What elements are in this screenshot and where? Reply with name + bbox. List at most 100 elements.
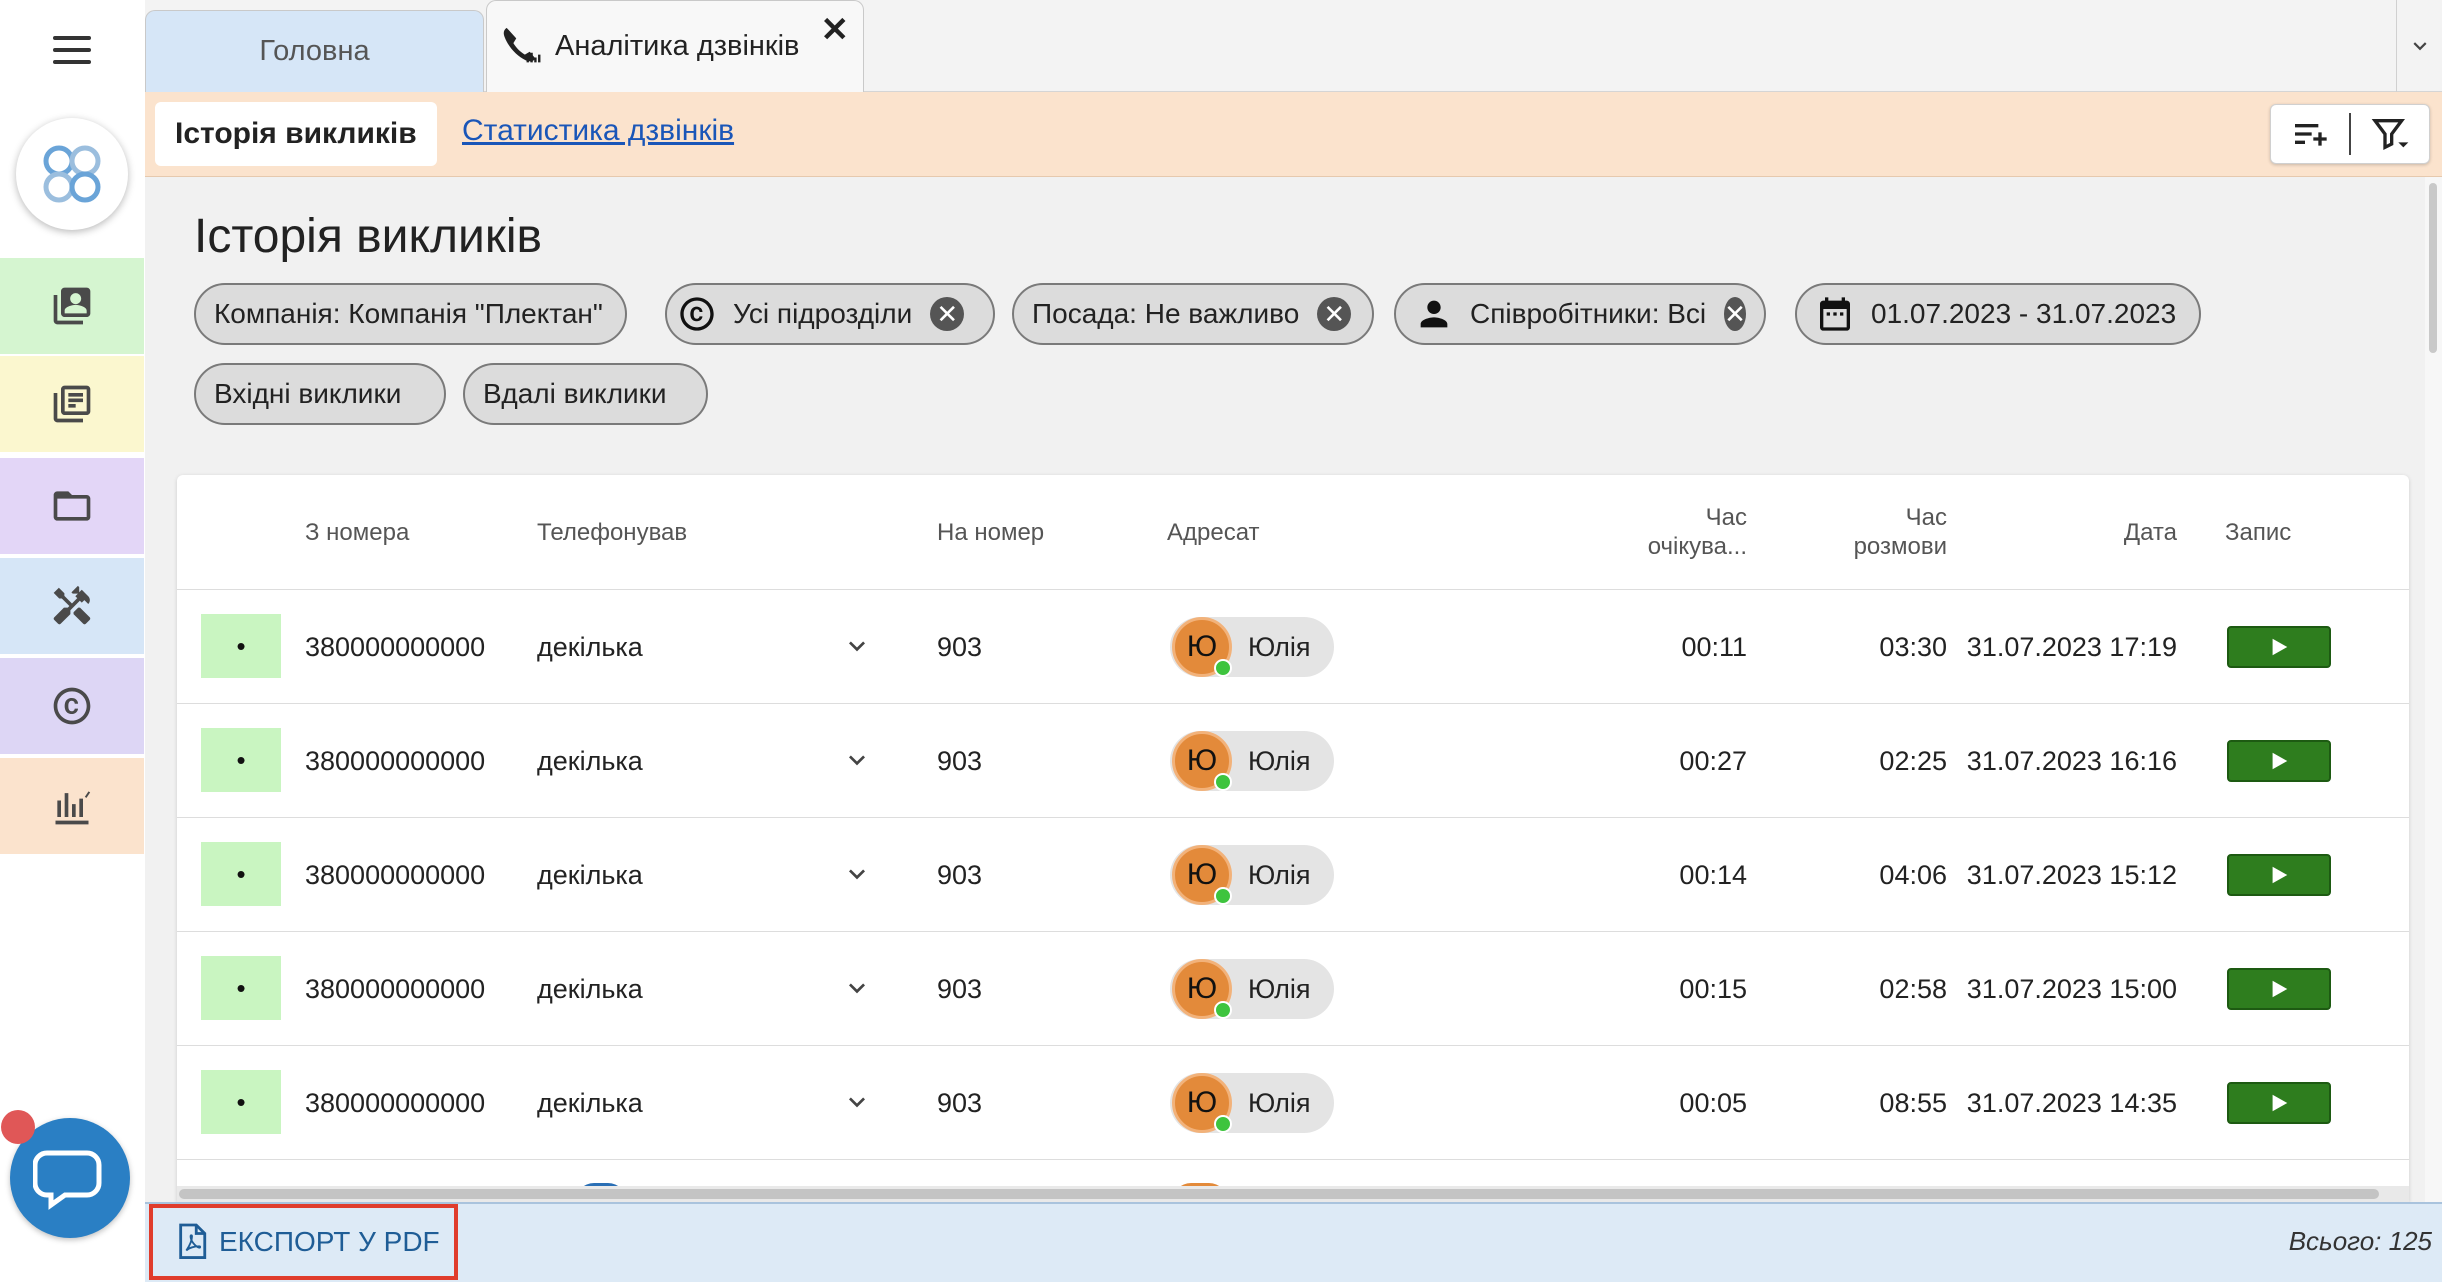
table-row[interactable]: • 380000000000 декілька 903 Ю Юлія 00:27… — [177, 704, 2409, 818]
filter-toolbar — [2270, 104, 2430, 164]
chip-date-range[interactable]: 01.07.2023 - 31.07.2023 — [1795, 283, 2201, 345]
total-count: Всього: 125 — [2288, 1226, 2432, 1256]
play-recording-button[interactable] — [2227, 740, 2331, 782]
chip-departments[interactable]: Усі підрозділи ✕ — [665, 283, 995, 345]
addressee-name: Юлія — [1248, 973, 1311, 1004]
cell-to-number: 903 — [937, 745, 983, 776]
page-title: Історія викликів — [194, 210, 542, 263]
table-row[interactable]: • 380000000000 декілька 903 Ю Юлія 00:05… — [177, 1046, 2409, 1160]
addressee-name: Юлія — [1248, 1087, 1311, 1118]
sidebar-item-tools[interactable] — [0, 558, 144, 654]
chip-successful-calls[interactable]: Вдалі виклики — [463, 363, 708, 425]
cell-to-number: 903 — [937, 631, 983, 662]
filter-menu-button[interactable] — [2349, 113, 2429, 155]
sidebar-item-contacts[interactable] — [0, 258, 144, 354]
chevron-down-icon[interactable] — [841, 630, 873, 662]
addressee-chip[interactable]: Ю Юлія — [1170, 1073, 1334, 1133]
chevron-down-icon[interactable] — [841, 858, 873, 890]
chip-incoming-calls[interactable]: Вхідні виклики — [194, 363, 446, 425]
window-edge — [2442, 0, 2448, 1282]
play-recording-button[interactable] — [2227, 968, 2331, 1010]
addressee-chip[interactable]: Ю Юлія — [1170, 617, 1334, 677]
table-row[interactable]: • 380000000000 декілька 903 Ю Юлія 00:14… — [177, 818, 2409, 932]
tools-icon — [53, 585, 91, 625]
tab-call-analytics[interactable]: Аналітика дзвінків ✕ — [486, 0, 864, 92]
cell-wait-time: 00:27 — [1679, 745, 1747, 776]
header-to-number[interactable]: На номер — [937, 518, 1044, 547]
header-record[interactable]: Запис — [2225, 518, 2291, 547]
online-status-dot — [1214, 659, 1232, 677]
addressee-chip[interactable]: Ю Юлія — [1170, 959, 1334, 1019]
header-caller[interactable]: Телефонував — [537, 518, 687, 547]
sidebar-item-analytics[interactable] — [0, 758, 144, 854]
cell-from-number: 380000000000 — [305, 859, 486, 890]
cell-wait-time: 00:11 — [1681, 631, 1747, 662]
contacts-icon — [53, 287, 91, 325]
sidebar-item-copyright[interactable] — [0, 658, 144, 754]
header-talk-time-line1: Час — [1905, 504, 1947, 531]
chip-departments-clear-icon[interactable]: ✕ — [930, 297, 965, 331]
subtab-call-statistics[interactable]: Статистика дзвінків — [462, 114, 734, 148]
chat-notification-dot — [1, 1110, 35, 1144]
filter-icon — [2371, 119, 2409, 151]
play-recording-button[interactable] — [2227, 1082, 2331, 1124]
app-logo[interactable] — [16, 118, 128, 230]
phone-analytics-icon — [503, 27, 541, 62]
cell-talk-time: 02:25 — [1879, 745, 1947, 776]
person-icon — [1414, 294, 1454, 334]
cell-caller: декілька — [537, 745, 643, 776]
cell-date: 31.07.2023 16:16 — [1966, 745, 2177, 776]
addressee-chip[interactable]: Ю Юлія — [1170, 731, 1334, 791]
play-recording-button[interactable] — [2227, 626, 2331, 668]
export-pdf-button[interactable]: ЕКСПОРТ У PDF — [149, 1204, 458, 1280]
header-talk-time[interactable]: Час розмови — [1807, 503, 1947, 561]
vertical-scrollbar[interactable] — [2425, 177, 2442, 1202]
tab-close-icon[interactable]: ✕ — [821, 13, 850, 47]
header-wait-time[interactable]: Час очікува... — [1607, 503, 1747, 561]
sidebar-item-news[interactable] — [0, 356, 144, 452]
sidebar-item-folders[interactable] — [0, 458, 144, 554]
play-icon — [2272, 866, 2288, 884]
online-status-dot — [1214, 773, 1232, 791]
play-icon — [2272, 980, 2288, 998]
call-status-indicator: • — [201, 728, 281, 792]
addressee-chip[interactable]: Ю Юлія — [1170, 845, 1334, 905]
tab-list-dropdown[interactable] — [2396, 0, 2442, 92]
hamburger-menu-icon[interactable] — [44, 30, 100, 70]
table-row[interactable]: • 380000000000 декілька 903 Ю Юлія 00:11… — [177, 590, 2409, 704]
header-talk-time-line2: розмови — [1853, 533, 1947, 560]
header-addressee[interactable]: Адресат — [1167, 518, 1260, 547]
chip-position[interactable]: Посада: Не важливо ✕ — [1012, 283, 1374, 345]
subtab-call-history[interactable]: Історія викликів — [155, 102, 437, 166]
tab-home[interactable]: Головна — [145, 10, 484, 92]
addressee-name: Юлія — [1248, 745, 1311, 776]
play-recording-button[interactable] — [2227, 854, 2331, 896]
chevron-down-icon[interactable] — [841, 972, 873, 1004]
cell-from-number: 380000000000 — [305, 745, 486, 776]
header-from-number[interactable]: З номера — [305, 518, 409, 547]
chevron-down-icon[interactable] — [841, 1086, 873, 1118]
cell-wait-time: 00:15 — [1679, 973, 1747, 1004]
play-icon — [2272, 638, 2288, 656]
sub-navigation: Історія викликів Статистика дзвінків — [145, 92, 2442, 177]
chevron-down-icon[interactable] — [841, 744, 873, 776]
chip-position-clear-icon[interactable]: ✕ — [1317, 297, 1352, 331]
cell-to-number: 903 — [937, 973, 983, 1004]
copyright-icon — [677, 294, 717, 334]
chip-employees-clear-icon[interactable]: ✕ — [1724, 297, 1746, 331]
add-filter-button[interactable] — [2271, 105, 2349, 163]
chip-departments-label: Усі підрозділи — [733, 298, 913, 329]
horizontal-scrollbar[interactable] — [177, 1186, 2409, 1202]
chip-company-label: Компанія: Компанія "Плектан" — [214, 298, 603, 329]
chip-employees[interactable]: Співробітники: Всі ✕ — [1394, 283, 1766, 345]
table-row[interactable]: • 380000000000 декілька 903 Ю Юлія 00:15… — [177, 932, 2409, 1046]
chip-incoming-calls-label: Вхідні виклики — [214, 378, 402, 409]
cell-talk-time: 02:58 — [1879, 973, 1947, 1004]
cell-from-number: 380000000000 — [305, 973, 486, 1004]
folder-icon — [53, 491, 91, 521]
cell-caller: декілька — [537, 859, 643, 890]
cell-to-number: 903 — [937, 859, 983, 890]
chip-company[interactable]: Компанія: Компанія "Плектан" — [194, 283, 627, 345]
cell-date: 31.07.2023 17:19 — [1966, 631, 2177, 662]
header-date[interactable]: Дата — [2057, 518, 2177, 547]
